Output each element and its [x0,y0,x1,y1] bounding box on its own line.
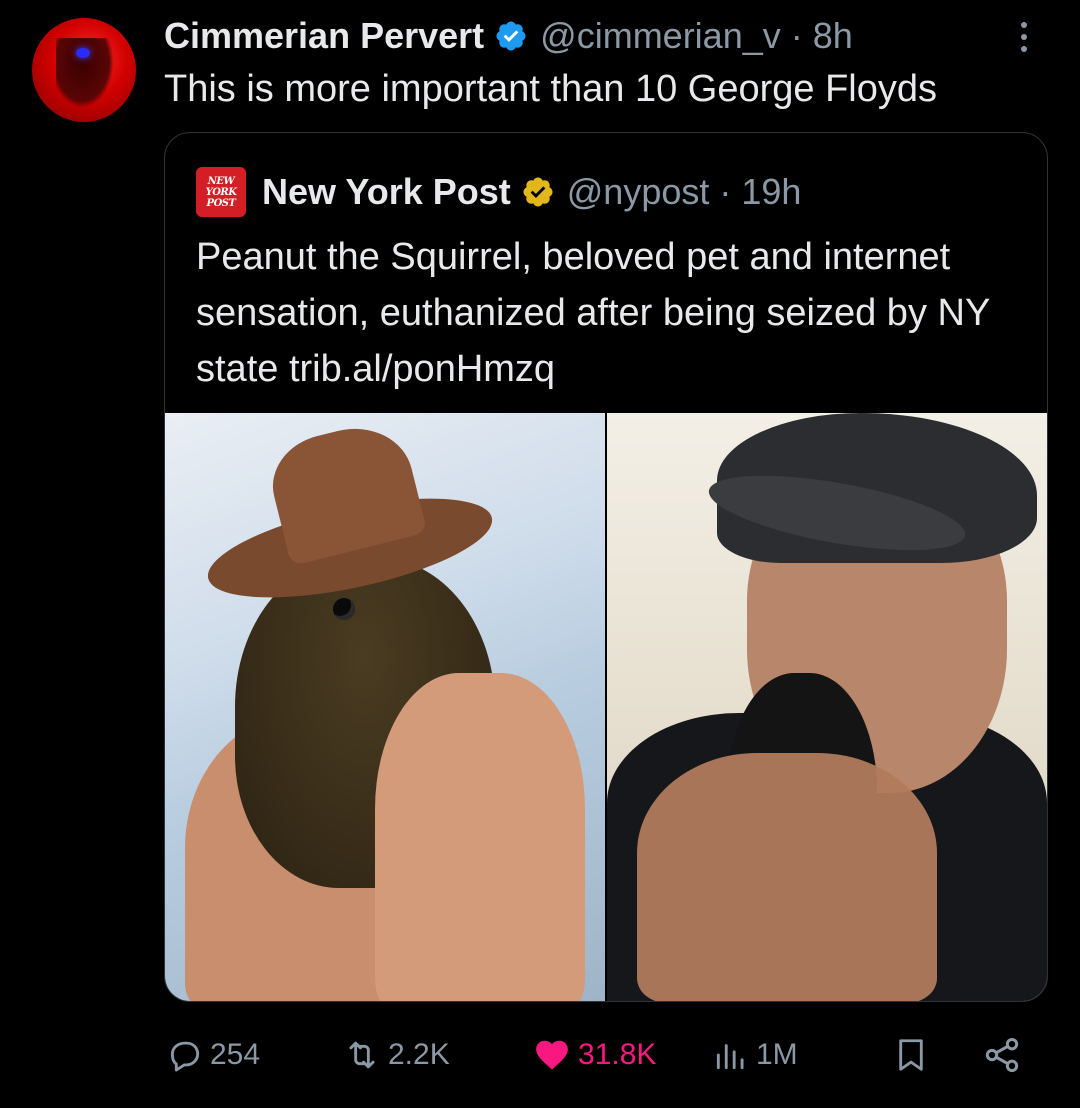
verified-badge-icon[interactable] [494,19,528,53]
more-icon[interactable] [1016,22,1032,58]
author-avatar[interactable] [32,18,136,122]
bookmark-icon [892,1035,930,1075]
reply-icon [166,1036,204,1074]
tweet-text: This is more important than 10 George Fl… [164,68,938,110]
bookmark-button[interactable] [892,1030,930,1080]
heart-icon [532,1036,572,1074]
photo-hand-right [375,673,585,1001]
photo-man-hands [637,753,937,1001]
quoted-author-handle-time[interactable]: @nypost · 19h [567,171,802,213]
like-button[interactable]: 31.8K [532,1030,656,1080]
like-count: 31.8K [578,1038,657,1071]
verified-org-badge-icon[interactable] [521,175,555,209]
share-icon [982,1035,1022,1075]
tweet-header: Cimmerian Pervert @cimmerian_v · 8h [164,14,853,58]
share-button[interactable] [982,1030,1022,1080]
reply-count: 254 [210,1038,261,1071]
quoted-media[interactable] [165,413,1047,1001]
avatar-eye-glow [76,48,90,58]
tweet-action-bar: 254 2.2K 31.8K 1M [166,1030,1036,1080]
author-name[interactable]: Cimmerian Pervert [164,15,484,57]
repost-button[interactable]: 2.2K [342,1030,450,1080]
repost-count: 2.2K [388,1038,450,1071]
views-icon [712,1036,750,1074]
quoted-author-name[interactable]: New York Post [262,171,511,213]
views-count: 1M [756,1038,798,1071]
man-kissing-squirrel-photo[interactable] [607,413,1047,1001]
logo-word-3: POST [206,197,236,209]
quoted-tweet-header: NEW YORK POST New York Post @nypost · 19… [196,167,801,217]
quoted-tweet-text: Peanut the Squirrel, beloved pet and int… [196,236,990,390]
squirrel-cowboy-hat-photo[interactable] [165,413,605,1001]
logo-word-1: NEW [207,175,235,187]
views-button[interactable]: 1M [712,1030,798,1080]
reply-button[interactable]: 254 [166,1030,260,1080]
photo-squirrel-eye [333,598,355,620]
logo-word-2: YORK [205,186,237,198]
author-handle-time[interactable]: @cimmerian_v · 8h [540,15,853,57]
quoted-tweet-card[interactable]: NEW YORK POST New York Post @nypost · 19… [164,132,1048,1002]
nypost-logo: NEW YORK POST [196,167,246,217]
repost-icon [342,1036,382,1074]
